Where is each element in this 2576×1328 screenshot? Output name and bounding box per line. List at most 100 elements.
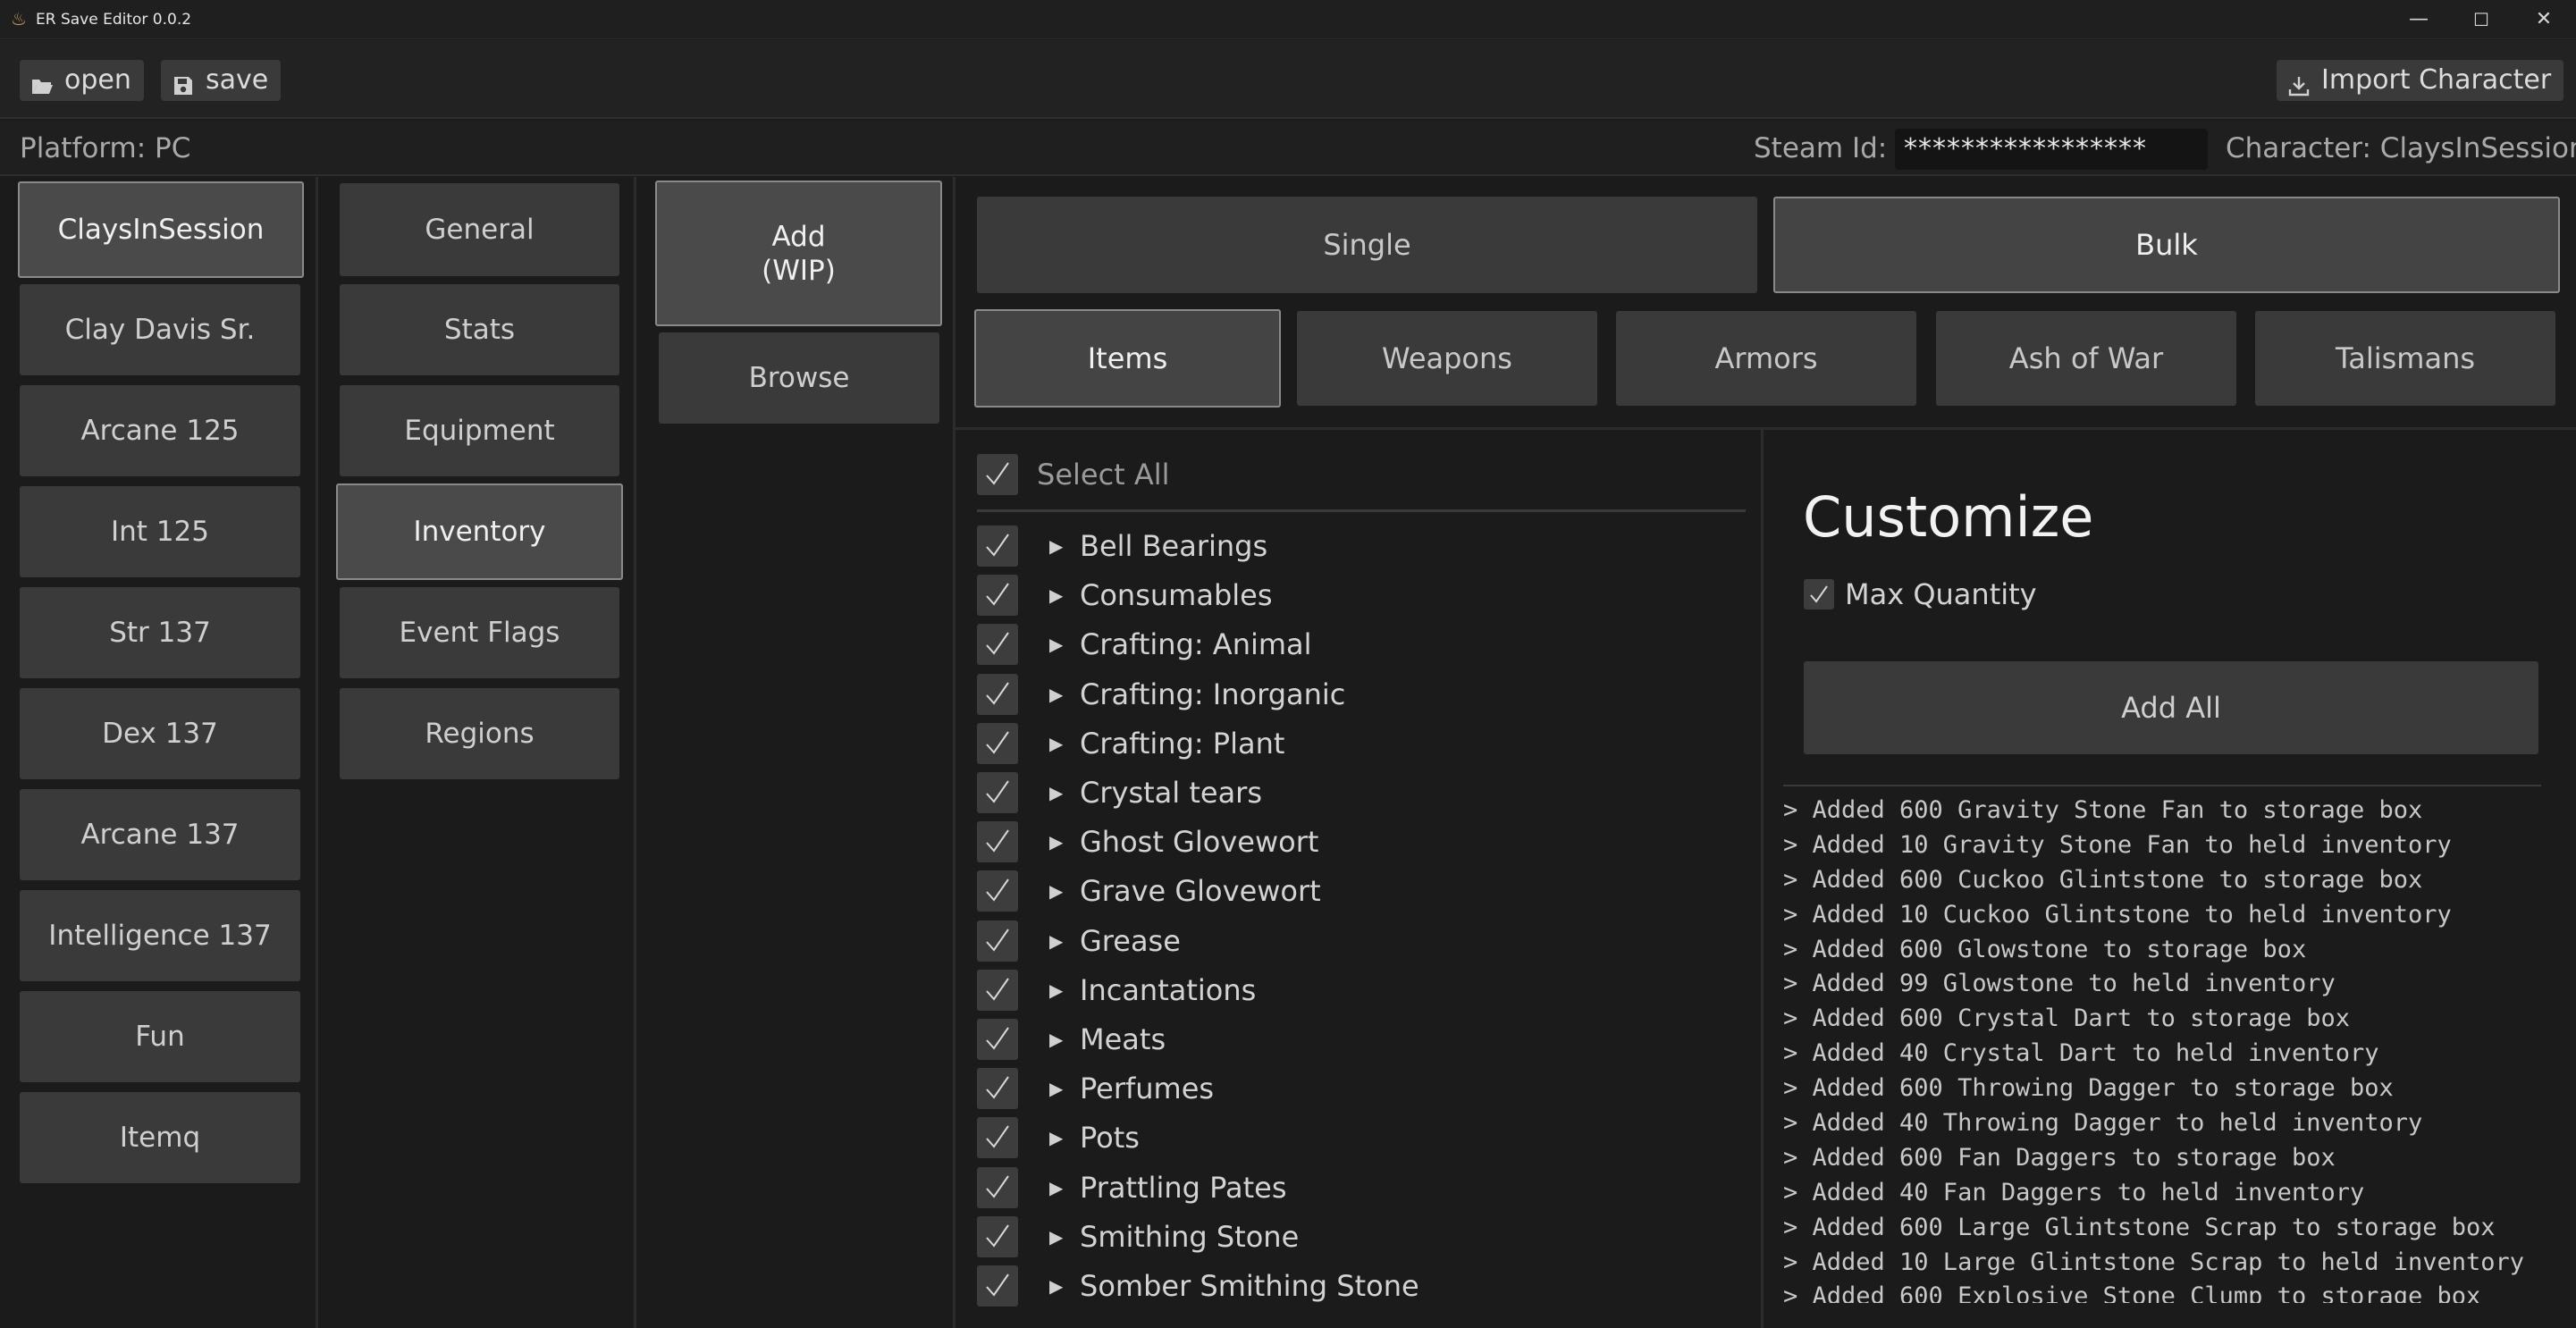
expand-arrow-icon[interactable]: ▶ — [1049, 977, 1063, 1004]
group-checkbox[interactable] — [977, 1167, 1018, 1208]
section-stats[interactable]: Stats — [340, 284, 619, 375]
log-line: > Added 10 Cuckoo Glintstone to held inv… — [1783, 900, 2452, 929]
group-label: Bell Bearings — [1080, 529, 1268, 563]
panel-separator — [955, 427, 2576, 430]
group-label: Meats — [1080, 1022, 1166, 1056]
expand-arrow-icon[interactable]: ▶ — [1049, 1124, 1063, 1151]
expand-arrow-icon[interactable]: ▶ — [1049, 928, 1063, 954]
group-checkbox[interactable] — [977, 575, 1018, 616]
group-label: Pots — [1080, 1121, 1140, 1155]
tab-items[interactable]: Items — [974, 309, 1281, 408]
mode-add[interactable]: Add (WIP) — [655, 181, 942, 326]
group-label: Crafting: Inorganic — [1080, 677, 1346, 711]
max-quantity-checkbox[interactable] — [1804, 579, 1834, 609]
expand-arrow-icon[interactable]: ▶ — [1049, 730, 1063, 757]
character-item[interactable]: ClaysInSession — [18, 181, 304, 278]
group-checkbox[interactable] — [977, 525, 1018, 567]
import-character-button[interactable]: Import Character — [2277, 60, 2564, 101]
open-button[interactable]: open — [20, 60, 144, 101]
expand-arrow-icon[interactable]: ▶ — [1049, 828, 1063, 855]
customize-title: Customize — [1803, 484, 2094, 550]
log-line: > Added 10 Gravity Stone Fan to held inv… — [1783, 830, 2452, 859]
tab-talismans[interactable]: Talismans — [2255, 311, 2555, 406]
group-checkbox[interactable] — [977, 970, 1018, 1011]
select-all-separator — [977, 509, 1746, 512]
column-divider — [634, 177, 636, 1328]
log-line: > Added 99 Glowstone to held inventory — [1783, 970, 2336, 998]
character-item[interactable]: Fun — [20, 991, 300, 1082]
close-button[interactable]: ✕ — [2517, 0, 2571, 39]
steam-id-field[interactable]: ***************** — [1895, 129, 2208, 170]
group-checkbox[interactable] — [977, 821, 1018, 862]
group-checkbox[interactable] — [977, 920, 1018, 962]
expand-arrow-icon[interactable]: ▶ — [1049, 582, 1063, 609]
tab-bulk[interactable]: Bulk — [1773, 197, 2560, 293]
save-button[interactable]: save — [161, 60, 282, 101]
platform-label: Platform: PC — [20, 132, 191, 164]
group-label: Consumables — [1080, 578, 1273, 612]
expand-arrow-icon[interactable]: ▶ — [1049, 1223, 1063, 1250]
expand-arrow-icon[interactable]: ▶ — [1049, 1174, 1063, 1201]
group-checkbox[interactable] — [977, 772, 1018, 813]
activity-log: > Added 600 Gravity Stone Fan to storage… — [1783, 794, 2552, 1303]
title-bar: ♨ ER Save Editor 0.0.2 — ☐ ✕ — [0, 0, 2576, 39]
minimize-button[interactable]: — — [2392, 0, 2446, 39]
character-item[interactable]: Dex 137 — [20, 688, 300, 779]
log-line: > Added 600 Explosive Stone Clump to sto… — [1783, 1282, 2481, 1303]
character-item[interactable]: Arcane 137 — [20, 789, 300, 880]
log-line: > Added 600 Gravity Stone Fan to storage… — [1783, 796, 2423, 824]
section-general[interactable]: General — [340, 183, 619, 276]
group-checkbox[interactable] — [977, 1265, 1018, 1307]
window-title: ER Save Editor 0.0.2 — [36, 11, 192, 29]
expand-arrow-icon[interactable]: ▶ — [1049, 533, 1063, 559]
select-all-label: Select All — [1037, 458, 1170, 492]
character-item[interactable]: Intelligence 137 — [20, 890, 300, 981]
expand-arrow-icon[interactable]: ▶ — [1049, 779, 1063, 806]
group-label: Crafting: Animal — [1080, 627, 1312, 661]
column-divider — [316, 177, 318, 1328]
expand-arrow-icon[interactable]: ▶ — [1049, 1026, 1063, 1053]
log-line: > Added 600 Glowstone to storage box — [1783, 935, 2307, 963]
character-item[interactable]: Arcane 125 — [20, 385, 300, 476]
character-item[interactable]: Itemq — [20, 1092, 300, 1183]
expand-arrow-icon[interactable]: ▶ — [1049, 878, 1063, 904]
select-all-checkbox[interactable] — [977, 454, 1018, 495]
group-checkbox[interactable] — [977, 674, 1018, 715]
character-item[interactable]: Clay Davis Sr. — [20, 284, 300, 375]
section-inventory[interactable]: Inventory — [336, 483, 623, 580]
add-all-button[interactable]: Add All — [1804, 661, 2538, 754]
group-checkbox[interactable] — [977, 624, 1018, 665]
open-label: open — [64, 64, 131, 96]
expand-arrow-icon[interactable]: ▶ — [1049, 1273, 1063, 1299]
group-checkbox[interactable] — [977, 1216, 1018, 1257]
character-item[interactable]: Str 137 — [20, 587, 300, 678]
log-line: > Added 600 Fan Daggers to storage box — [1783, 1143, 2336, 1172]
log-line: > Added 10 Large Glintstone Scrap to hel… — [1783, 1248, 2525, 1276]
maximize-button[interactable]: ☐ — [2454, 0, 2508, 39]
expand-arrow-icon[interactable]: ▶ — [1049, 631, 1063, 658]
mode-browse[interactable]: Browse — [659, 332, 939, 424]
section-equipment[interactable]: Equipment — [340, 385, 619, 476]
import-character-label: Import Character — [2321, 64, 2552, 96]
log-line: > Added 40 Fan Daggers to held inventory — [1783, 1178, 2365, 1206]
group-label: Grave Glovewort — [1080, 874, 1321, 908]
section-regions[interactable]: Regions — [340, 688, 619, 779]
log-line: > Added 600 Cuckoo Glintstone to storage… — [1783, 865, 2423, 894]
group-label: Crystal tears — [1080, 776, 1262, 810]
tab-ash-of-war[interactable]: Ash of War — [1936, 311, 2236, 406]
section-event-flags[interactable]: Event Flags — [340, 587, 619, 678]
tab-weapons[interactable]: Weapons — [1297, 311, 1597, 406]
expand-arrow-icon[interactable]: ▶ — [1049, 1075, 1063, 1102]
group-checkbox[interactable] — [977, 870, 1018, 912]
group-checkbox[interactable] — [977, 1019, 1018, 1060]
group-label: Crafting: Plant — [1080, 727, 1285, 761]
log-line: > Added 40 Crystal Dart to held inventor… — [1783, 1039, 2379, 1068]
tab-armors[interactable]: Armors — [1616, 311, 1916, 406]
group-checkbox[interactable] — [977, 723, 1018, 764]
character-item[interactable]: Int 125 — [20, 486, 300, 577]
group-checkbox[interactable] — [977, 1068, 1018, 1109]
expand-arrow-icon[interactable]: ▶ — [1049, 681, 1063, 708]
character-label: Character: ClaysInSession — [2226, 132, 2576, 164]
tab-single[interactable]: Single — [977, 197, 1757, 293]
group-checkbox[interactable] — [977, 1117, 1018, 1158]
